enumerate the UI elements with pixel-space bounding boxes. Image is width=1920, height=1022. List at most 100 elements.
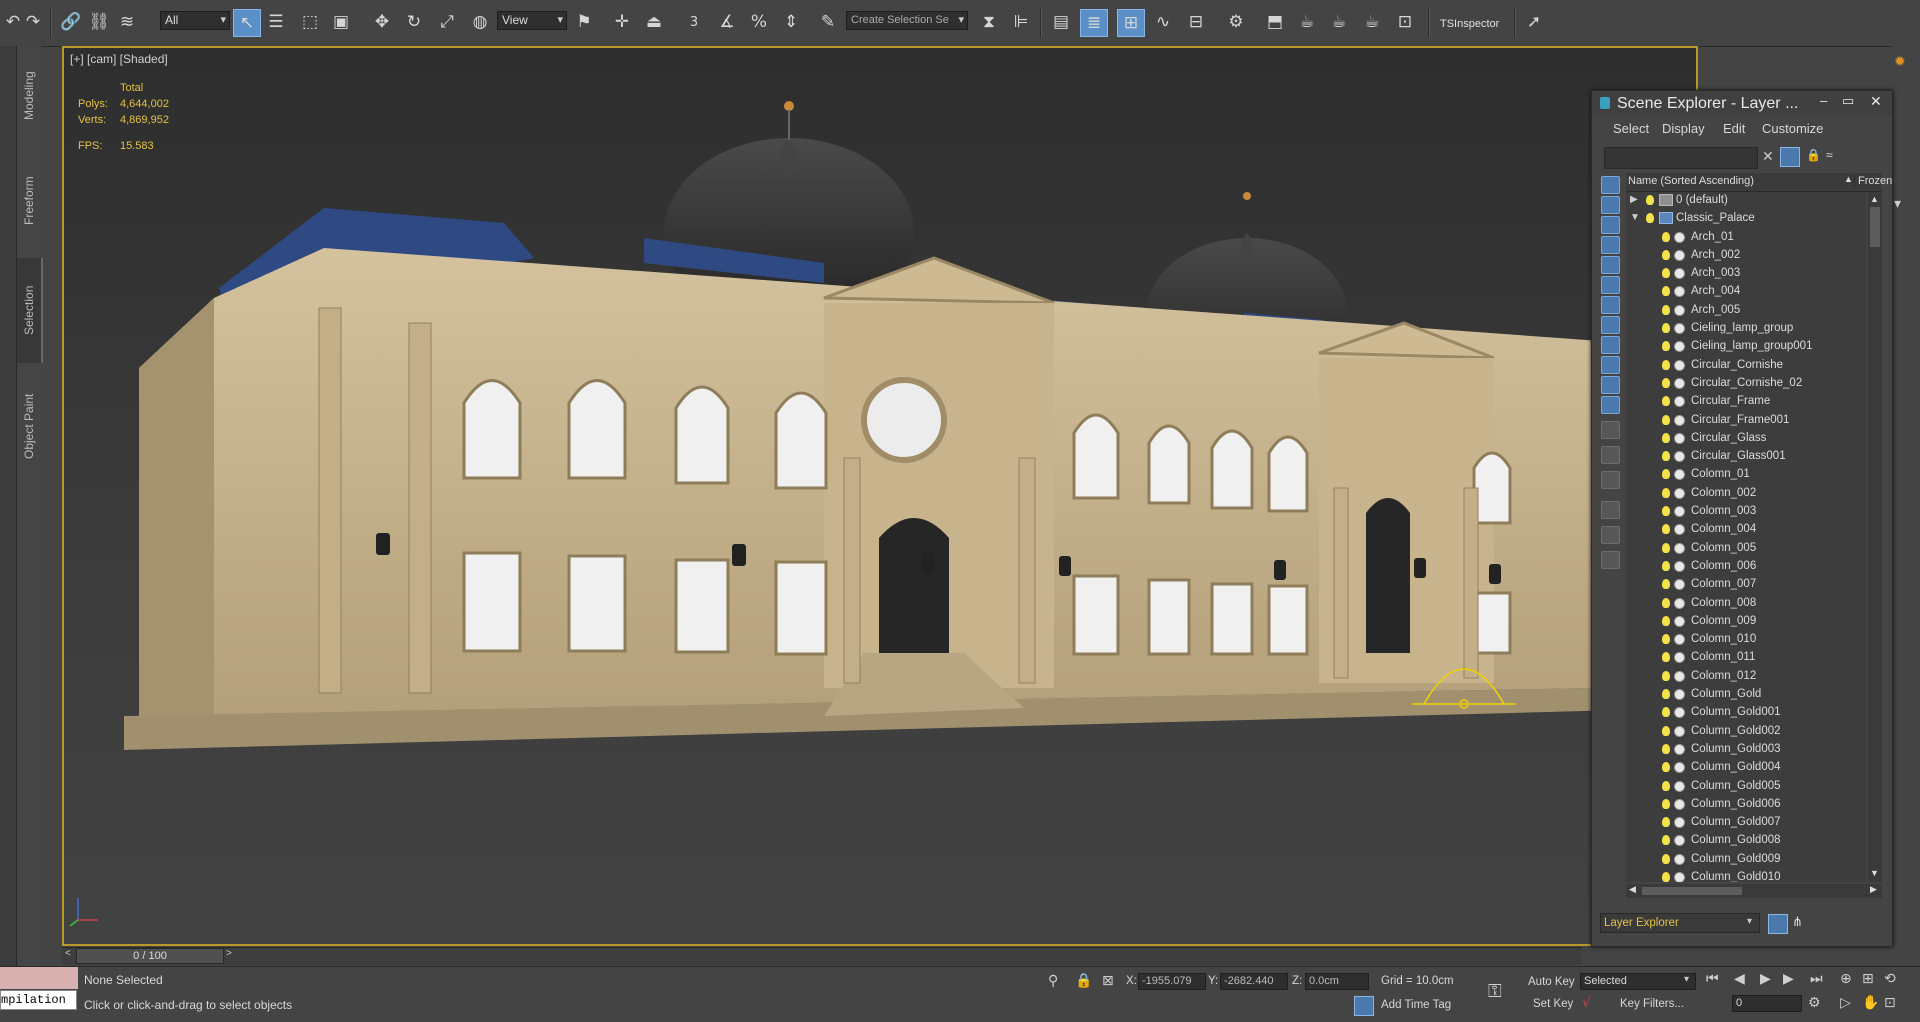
visibility-bulb-icon[interactable]	[1662, 249, 1670, 260]
add-time-tag-button[interactable]: Add Time Tag	[1381, 999, 1451, 1011]
object-row[interactable]: Column_Gold001	[1626, 704, 1866, 722]
pan-icon[interactable]: ✋	[1862, 995, 1879, 1011]
display-spacewarps-icon[interactable]	[1601, 276, 1620, 294]
layer-row[interactable]: ▶ 0 (default)	[1626, 192, 1866, 210]
mirror-icon[interactable]: ⧗	[976, 9, 1002, 35]
hscrollbar-thumb[interactable]	[1642, 887, 1742, 895]
window-crossing-icon[interactable]: ▣	[328, 9, 354, 35]
layer-sync-icon[interactable]: ≈	[1826, 148, 1833, 162]
object-row[interactable]: Circular_Glass001	[1626, 448, 1866, 466]
visibility-bulb-icon[interactable]	[1662, 560, 1670, 571]
visibility-bulb-icon[interactable]	[1662, 615, 1670, 626]
material-editor-icon[interactable]: ⚙	[1223, 9, 1249, 35]
viewport-label[interactable]: [+] [cam] [Shaded]	[70, 52, 168, 66]
angle-snap-icon[interactable]: ∡	[714, 9, 740, 35]
object-row[interactable]: Column_Gold008	[1626, 832, 1866, 850]
filter-funnel-icon[interactable]	[1601, 501, 1620, 519]
expand-arrow-icon[interactable]: ▶	[1630, 194, 1638, 205]
object-row[interactable]: Column_Gold002	[1626, 723, 1866, 741]
display-lights-icon[interactable]	[1601, 216, 1620, 234]
column-frozen-header[interactable]: Frozen	[1854, 175, 1892, 187]
display-frozen-icon[interactable]	[1601, 376, 1620, 394]
time-configuration-icon[interactable]: ⚙	[1808, 995, 1821, 1011]
schematic-view-icon[interactable]: ⊟	[1183, 9, 1209, 35]
menu-select[interactable]: Select	[1613, 121, 1649, 136]
minimize-icon[interactable]: –	[1820, 93, 1827, 108]
explorer-vertical-scrollbar[interactable]: ▲ ▼	[1868, 192, 1882, 882]
go-to-end-icon[interactable]: ⏭	[1810, 971, 1823, 987]
sort-by-layer-icon[interactable]	[1768, 914, 1788, 934]
object-row[interactable]: Column_Gold005	[1626, 778, 1866, 796]
dropdown-arrow-icon[interactable]: ▾	[1894, 196, 1901, 212]
use-pivot-center-icon[interactable]: ⚑	[571, 9, 597, 35]
visibility-bulb-icon[interactable]	[1662, 743, 1670, 754]
set-key-icon[interactable]: ⚿	[1488, 981, 1502, 1002]
visibility-bulb-icon[interactable]	[1662, 871, 1670, 882]
sort-ascending-icon[interactable]: ▲	[1844, 174, 1853, 184]
key-mode-dropdown[interactable]: Selected	[1580, 973, 1696, 990]
move-icon[interactable]: ✥	[369, 9, 395, 35]
visibility-bulb-icon[interactable]	[1662, 323, 1670, 334]
filter-toggle-icon[interactable]	[1780, 147, 1800, 167]
visibility-bulb-icon[interactable]	[1662, 652, 1670, 663]
object-row[interactable]: Column_Gold004	[1626, 759, 1866, 777]
visibility-bulb-icon[interactable]	[1662, 762, 1670, 773]
time-prev-icon[interactable]: <	[62, 948, 71, 959]
visibility-bulb-icon[interactable]	[1662, 780, 1670, 791]
close-icon[interactable]: ✕	[1870, 93, 1882, 110]
visibility-bulb-icon[interactable]	[1662, 359, 1670, 370]
explorer-horizontal-scrollbar[interactable]: ◀ ▶	[1626, 884, 1882, 898]
visibility-bulb-icon[interactable]	[1662, 524, 1670, 535]
object-row[interactable]: Colomn_004	[1626, 521, 1866, 539]
visibility-bulb-icon[interactable]	[1662, 579, 1670, 590]
time-tag-icon[interactable]	[1354, 996, 1374, 1016]
scrollbar-thumb[interactable]	[1870, 207, 1880, 247]
absolute-mode-icon[interactable]: ⊠	[1102, 973, 1114, 989]
dropdown-arrow-icon[interactable]: ▾	[1684, 974, 1689, 985]
edit-named-selection-icon[interactable]: ✎	[815, 9, 841, 35]
menu-display[interactable]: Display	[1662, 121, 1705, 136]
object-row[interactable]: Colomn_011	[1626, 649, 1866, 667]
visibility-bulb-icon[interactable]	[1662, 597, 1670, 608]
display-xrefs-icon[interactable]	[1601, 316, 1620, 334]
sort-by-hierarchy-icon[interactable]: ⋔	[1792, 914, 1803, 930]
bind-space-warp-icon[interactable]: ≋	[114, 9, 140, 35]
display-all-icon[interactable]	[1601, 421, 1620, 439]
rotate-icon[interactable]: ↻	[401, 9, 427, 35]
play-icon[interactable]: ▶	[1760, 971, 1771, 987]
scroll-down-icon[interactable]: ▼	[1870, 868, 1879, 878]
orbit-icon[interactable]: ⟲	[1884, 971, 1896, 987]
object-row[interactable]: Arch_004	[1626, 283, 1866, 301]
display-geometry-icon[interactable]	[1601, 176, 1620, 194]
object-row[interactable]: Arch_002	[1626, 247, 1866, 265]
render-frame-icon[interactable]: ☕	[1294, 9, 1320, 35]
maximize-viewport-icon[interactable]: ⊡	[1884, 995, 1896, 1011]
visibility-bulb-icon[interactable]	[1662, 414, 1670, 425]
keyboard-shortcut-override-icon[interactable]: ⏏	[641, 9, 667, 35]
display-groups-icon[interactable]	[1601, 296, 1620, 314]
visibility-bulb-icon[interactable]	[1662, 469, 1670, 480]
visibility-bulb-icon[interactable]	[1646, 213, 1654, 224]
visibility-bulb-icon[interactable]	[1662, 670, 1670, 681]
scroll-right-icon[interactable]: ▶	[1870, 884, 1877, 895]
sun-icon[interactable]: ✹	[1894, 54, 1906, 70]
visibility-bulb-icon[interactable]	[1662, 506, 1670, 517]
collapse-arrow-icon[interactable]: ▼	[1630, 212, 1640, 223]
object-row[interactable]: Colomn_01	[1626, 466, 1866, 484]
display-none-icon[interactable]	[1601, 446, 1620, 464]
object-row[interactable]: Circular_Glass	[1626, 430, 1866, 448]
maxscript-listener[interactable]: mpilation :	[0, 990, 77, 1010]
filter-dependencies-icon[interactable]	[1601, 551, 1620, 569]
toggle-scene-explorer-icon[interactable]: ▤	[1048, 9, 1074, 35]
display-containers-icon[interactable]	[1601, 356, 1620, 374]
visibility-bulb-icon[interactable]	[1662, 835, 1670, 846]
auto-key-button[interactable]: Auto Key	[1528, 976, 1575, 988]
select-manipulate-icon[interactable]: ✛	[609, 9, 635, 35]
visibility-bulb-icon[interactable]	[1662, 377, 1670, 388]
invert-display-icon[interactable]	[1601, 471, 1620, 489]
select-object-icon[interactable]: ↖	[233, 9, 261, 37]
visibility-bulb-icon[interactable]	[1662, 487, 1670, 498]
visibility-bulb-icon[interactable]	[1662, 451, 1670, 462]
visibility-bulb-icon[interactable]	[1662, 542, 1670, 553]
time-next-icon[interactable]: >	[226, 948, 232, 959]
